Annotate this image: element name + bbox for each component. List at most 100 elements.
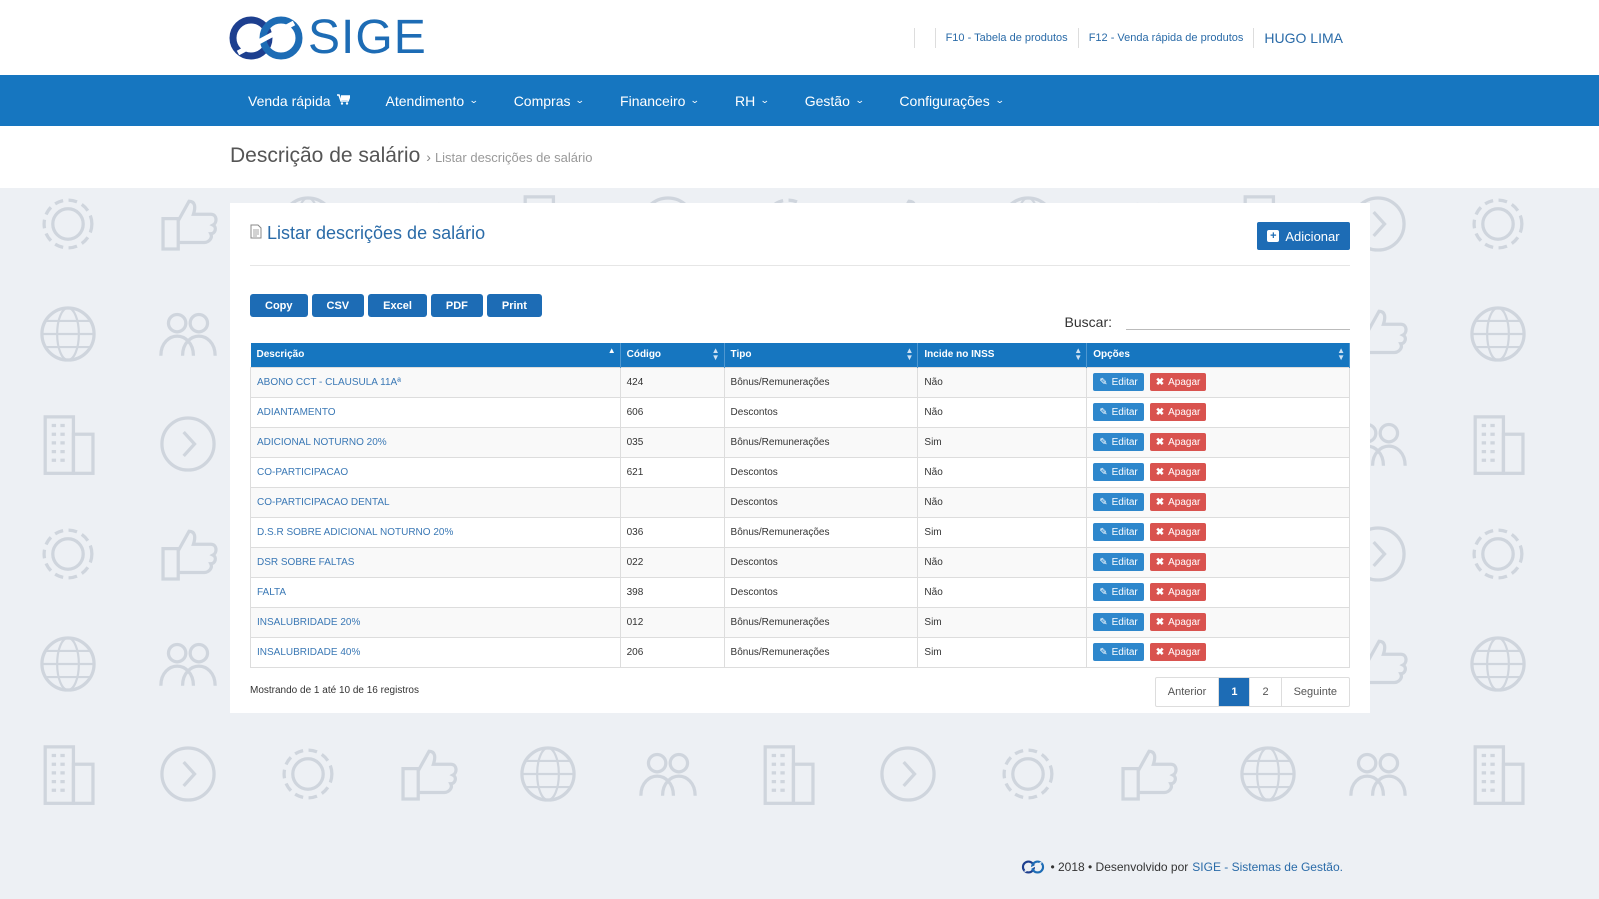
user-menu[interactable]: HUGO LIMA [1264, 30, 1343, 46]
background-pattern-icon [40, 636, 96, 692]
pagination-prev[interactable]: Anterior [1156, 678, 1220, 706]
chevron-down-icon: ⌄ [854, 95, 865, 105]
logo[interactable]: SIGE [228, 14, 427, 62]
nav-item-label: Configurações [899, 92, 990, 109]
edit-button[interactable]: ✎ Editar [1093, 643, 1144, 661]
chevron-down-icon: ⌄ [994, 95, 1005, 105]
cell-tipo: Descontos [723, 456, 919, 488]
delete-button[interactable]: ✖ Apagar [1149, 463, 1207, 481]
pdf-button[interactable]: PDF [430, 294, 483, 317]
edit-button-label: Editar [1111, 376, 1138, 388]
pencil-icon: ✎ [1099, 646, 1108, 658]
cell-inss: Não [917, 396, 1088, 428]
background-pattern-icon [40, 306, 96, 362]
cell-tipo: Descontos [723, 486, 919, 518]
edit-button-label: Editar [1111, 616, 1138, 628]
cell-descricao[interactable]: D.S.R SOBRE ADICIONAL NOTURNO 20% [250, 516, 621, 548]
column-header-descricao[interactable]: Descrição ▲ [250, 343, 621, 367]
edit-button[interactable]: ✎ Editar [1093, 403, 1144, 421]
nav-item-venda-rapida[interactable]: Venda rápida [230, 75, 368, 126]
cell-descricao[interactable]: INSALUBRIDADE 20% [250, 606, 621, 638]
delete-button[interactable]: ✖ Apagar [1149, 493, 1207, 511]
background-pattern-icon [1473, 415, 1525, 475]
column-header-tipo[interactable]: Tipo ▲ ▼ [724, 343, 919, 367]
cell-inss: Não [917, 366, 1088, 398]
edit-button[interactable]: ✎ Editar [1093, 523, 1144, 541]
card-title: Listar descrições de salário [250, 223, 485, 244]
pencil-icon: ✎ [1099, 556, 1108, 568]
table-row: D.S.R SOBRE ADICIONAL NOTURNO 20% 036 Bônu… [250, 516, 1350, 548]
edit-button[interactable]: ✎ Editar [1093, 613, 1144, 631]
delete-button[interactable]: ✖ Apagar [1149, 583, 1207, 601]
delete-button[interactable]: ✖ Apagar [1149, 643, 1207, 661]
f10-link[interactable]: F10 - Tabela de produtos [946, 32, 1068, 44]
footer-link[interactable]: SIGE - Sistemas de Gestão. [1192, 860, 1343, 874]
cell-codigo: 022 [619, 546, 725, 578]
chevron-down-icon: ⌄ [575, 95, 586, 105]
cell-descricao[interactable]: CO-PARTICIPACAO [250, 456, 621, 488]
cell-descricao[interactable]: ABONO CCT - CLAUSULA 11Aª [250, 366, 621, 398]
cell-descricao[interactable]: INSALUBRIDADE 40% [250, 636, 621, 668]
copy-button[interactable]: Copy [250, 294, 308, 317]
edit-button-label: Editar [1111, 526, 1138, 538]
nav-item-compras[interactable]: Compras ⌄ [496, 75, 602, 126]
column-header-codigo[interactable]: Código ▲ ▼ [620, 343, 725, 367]
edit-button[interactable]: ✎ Editar [1093, 583, 1144, 601]
delete-button[interactable]: ✖ Apagar [1149, 523, 1207, 541]
nav-item-gestao[interactable]: Gestão ⌄ [787, 75, 882, 126]
f12-link[interactable]: F12 - Venda rápida de produtos [1089, 32, 1244, 44]
nav-item-rh[interactable]: RH ⌄ [717, 75, 787, 126]
salary-descriptions-table: Descrição ▲ Código ▲ ▼ Tipo ▲ ▼ Incide no INS… [250, 343, 1350, 668]
background-pattern-icon [159, 312, 217, 356]
close-icon: ✖ [1155, 646, 1165, 658]
delete-button[interactable]: ✖ Apagar [1149, 613, 1207, 631]
delete-button[interactable]: ✖ Apagar [1149, 433, 1207, 451]
cell-tipo: Bônus/Remunerações [723, 366, 919, 398]
cell-descricao[interactable]: DSR SOBRE FALTAS [250, 546, 621, 578]
edit-button[interactable]: ✎ Editar [1093, 373, 1144, 391]
background-pattern-icon [1002, 748, 1054, 800]
excel-button[interactable]: Excel [368, 294, 427, 317]
cell-opcoes: ✎ Editar ✖ Apagar [1086, 426, 1350, 458]
chevron-down-icon: ⌄ [690, 95, 701, 105]
column-header-opcoes[interactable]: Opções ▲ ▼ [1086, 343, 1350, 367]
table-row: ABONO CCT - CLAUSULA 11Aª 424 Bônus/Remune… [250, 366, 1350, 398]
pagination-next[interactable]: Seguinte [1282, 678, 1349, 706]
cell-tipo: Descontos [723, 576, 919, 608]
nav-item-atendimento[interactable]: Atendimento ⌄ [368, 75, 496, 126]
nav-item-financeiro[interactable]: Financeiro ⌄ [602, 75, 717, 126]
export-buttons: Copy CSV Excel PDF Print [250, 294, 542, 317]
table-row: ADIANTAMENTO 606 Descontos Não ✎ Editar ✖ Apaga… [250, 396, 1350, 428]
nav-item-configuracoes[interactable]: Configurações ⌄ [881, 75, 1021, 126]
edit-button[interactable]: ✎ Editar [1093, 493, 1144, 511]
delete-button-label: Apagar [1168, 436, 1201, 448]
pencil-icon: ✎ [1099, 526, 1108, 538]
close-icon: ✖ [1155, 406, 1165, 418]
nav-item-label: Venda rápida [248, 92, 331, 109]
cell-inss: Não [917, 456, 1088, 488]
add-button[interactable]: + Adicionar [1257, 222, 1350, 250]
csv-button[interactable]: CSV [311, 294, 365, 317]
cell-inss: Sim [917, 516, 1088, 548]
column-header-inss[interactable]: Incide no INSS ▲ ▼ [917, 343, 1088, 367]
delete-button[interactable]: ✖ Apagar [1149, 373, 1207, 391]
nav-item-label: RH [734, 92, 756, 109]
cell-descricao[interactable]: ADICIONAL NOTURNO 20% [250, 426, 621, 458]
column-header-label: Tipo [730, 349, 752, 361]
delete-button[interactable]: ✖ Apagar [1149, 553, 1207, 571]
edit-button[interactable]: ✎ Editar [1093, 433, 1144, 451]
search-input[interactable] [1126, 308, 1350, 330]
edit-button[interactable]: ✎ Editar [1093, 463, 1144, 481]
pagination-page-1[interactable]: 1 [1219, 678, 1251, 706]
cell-descricao[interactable]: ADIANTAMENTO [250, 396, 621, 428]
cell-descricao[interactable]: FALTA [250, 576, 621, 608]
divider [1077, 28, 1079, 48]
pagination-page-2[interactable]: 2 [1250, 678, 1282, 706]
cell-opcoes: ✎ Editar ✖ Apagar [1086, 516, 1350, 548]
footer-text: • 2018 • Desenvolvido por [1050, 860, 1189, 874]
edit-button[interactable]: ✎ Editar [1093, 553, 1144, 571]
cell-codigo: 606 [619, 396, 725, 428]
delete-button[interactable]: ✖ Apagar [1149, 403, 1207, 421]
print-button[interactable]: Print [486, 294, 542, 317]
cell-descricao[interactable]: CO-PARTICIPACAO DENTAL [250, 486, 621, 518]
